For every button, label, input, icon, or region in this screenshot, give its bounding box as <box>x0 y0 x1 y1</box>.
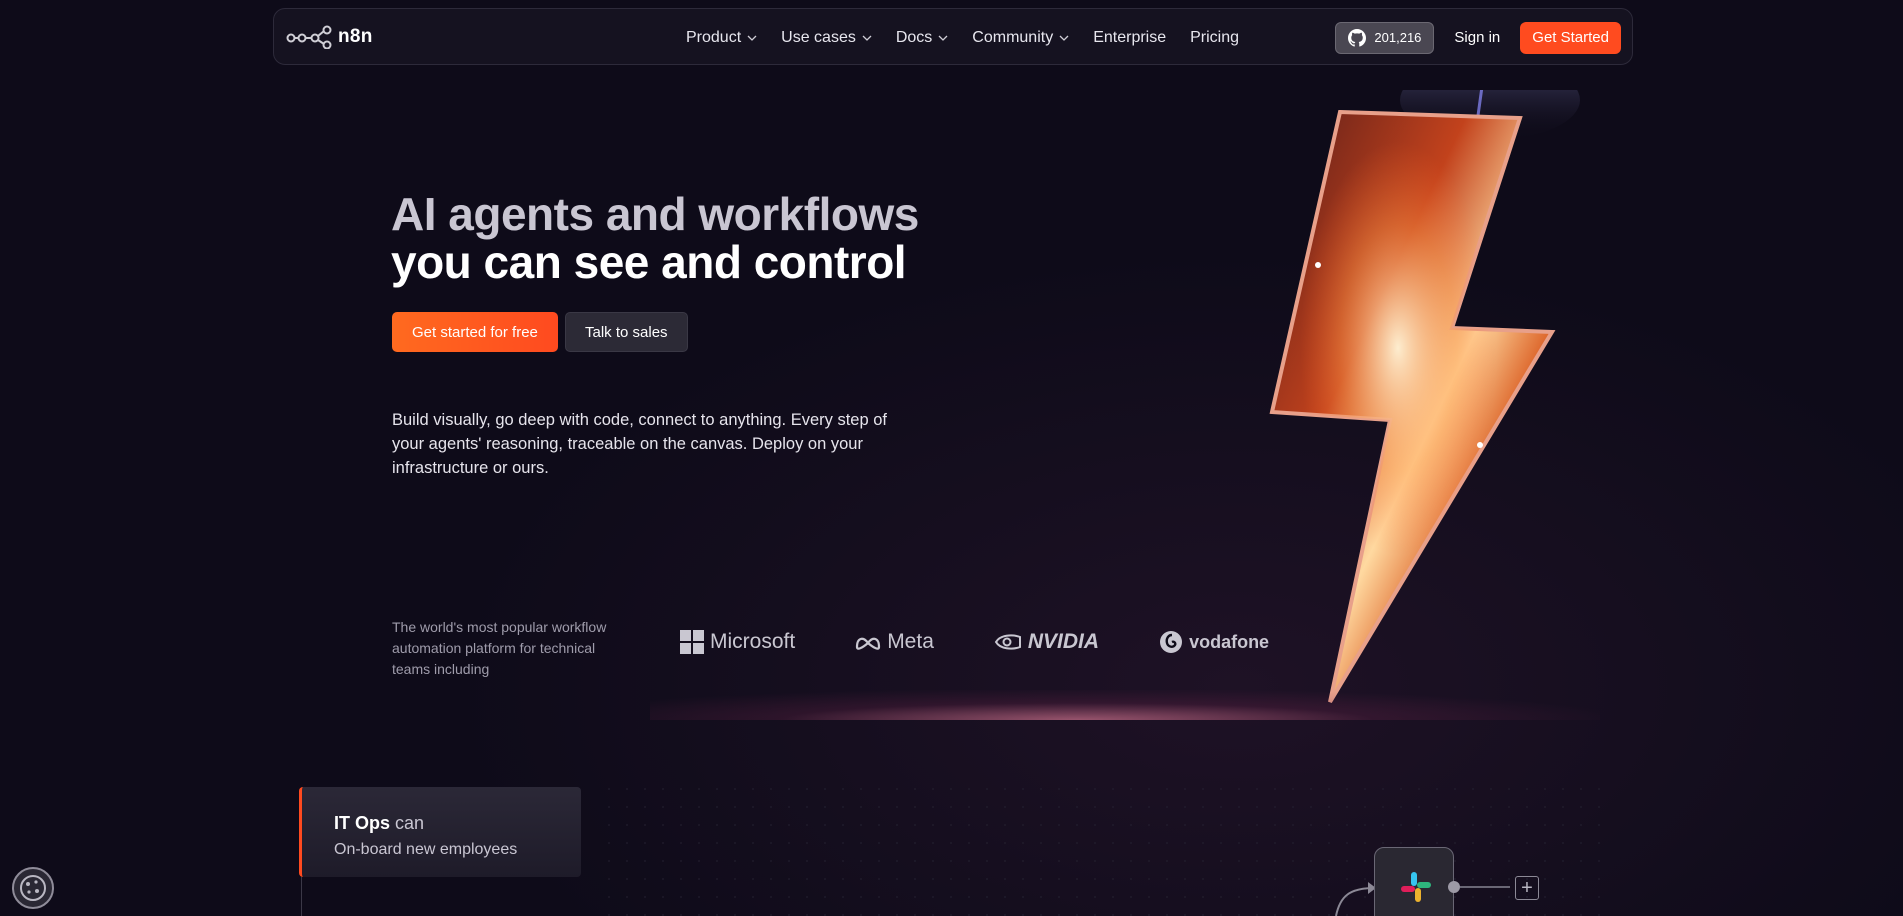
microsoft-label: Microsoft <box>710 630 796 653</box>
microsoft-logo: Microsoft <box>680 630 795 654</box>
use-case-card[interactable]: IT Ops can On-board new employees <box>299 787 581 877</box>
n8n-logo-icon <box>286 25 332 49</box>
lightning-bolt-illustration <box>1269 90 1580 704</box>
vodafone-label: vodafone <box>1189 631 1270 652</box>
customer-logos: Microsoft Meta NVIDIA vodafone <box>680 630 1269 654</box>
hero-title-line1: AI agents and workflows <box>391 188 919 240</box>
chevron-down-icon <box>938 35 948 41</box>
nav-pricing[interactable]: Pricing <box>1190 29 1239 47</box>
nav-pricing-label: Pricing <box>1190 28 1240 46</box>
use-case-can: can <box>395 813 425 833</box>
microsoft-icon <box>680 630 704 654</box>
meta-icon <box>856 637 881 650</box>
chevron-down-icon <box>862 35 872 41</box>
workflow-connector-line <box>1335 882 1376 916</box>
nav-community-label: Community <box>972 28 1054 46</box>
page: n8n Product Use cases Docs Community Ent… <box>0 0 1903 916</box>
nav-product-label: Product <box>686 28 742 46</box>
sign-in-link[interactable]: Sign in <box>1454 29 1500 46</box>
use-case-team: IT Ops can <box>334 813 424 834</box>
github-icon <box>1348 28 1367 47</box>
trusted-by-text: The world's most popular workflow automa… <box>392 619 607 677</box>
nav-enterprise[interactable]: Enterprise <box>1093 29 1166 47</box>
use-case-task: On-board new employees <box>334 841 518 858</box>
slack-icon <box>1401 872 1431 902</box>
chevron-down-icon <box>747 35 757 41</box>
github-stars-count: 201,216 <box>1374 30 1422 45</box>
nav-docs[interactable]: Docs <box>896 29 948 47</box>
nav-links: Product Use cases Docs Community Enterpr… <box>686 9 1239 66</box>
nvidia-logo: NVIDIA <box>994 630 1099 654</box>
slack-node[interactable] <box>1374 847 1454 916</box>
hero-description: Build visually, go deep with code, conne… <box>392 411 887 477</box>
logo[interactable]: n8n <box>286 25 406 49</box>
talk-to-sales-button[interactable]: Talk to sales <box>565 312 688 352</box>
chevron-down-icon <box>1059 35 1069 41</box>
floor-glow <box>650 690 1600 720</box>
use-case-connector <box>301 877 302 916</box>
hero-title-line2: you can see and control <box>391 236 907 288</box>
brand-name: n8n <box>338 25 373 47</box>
nvidia-icon <box>994 634 1021 650</box>
meta-logo: Meta <box>855 630 934 654</box>
nvidia-label: NVIDIA <box>1027 630 1100 653</box>
nav-docs-label: Docs <box>895 28 933 46</box>
cookie-icon <box>20 875 46 901</box>
plus-icon[interactable]: + <box>1515 876 1539 900</box>
github-stars-button[interactable]: 201,216 <box>1335 21 1435 54</box>
nav-enterprise-label: Enterprise <box>1093 28 1167 46</box>
cookie-settings-button[interactable] <box>12 867 54 909</box>
vodafone-icon <box>1160 631 1183 653</box>
use-case-team-name: IT Ops <box>334 813 391 833</box>
hero-title: AI agents and workflows you can see and … <box>391 190 919 286</box>
top-navbar: n8n Product Use cases Docs Community Ent… <box>273 8 1633 65</box>
meta-label: Meta <box>887 630 934 653</box>
vodafone-logo: vodafone <box>1159 630 1269 654</box>
nav-use-cases-label: Use cases <box>781 28 856 46</box>
nav-community[interactable]: Community <box>972 29 1069 47</box>
node-output-line <box>1460 886 1510 888</box>
node-output-handle[interactable] <box>1448 881 1460 893</box>
nav-actions: 201,216 Sign in Get Started <box>1335 9 1621 66</box>
get-started-button[interactable]: Get Started <box>1520 21 1621 54</box>
get-started-free-button[interactable]: Get started for free <box>392 312 558 352</box>
nav-product[interactable]: Product <box>686 29 757 47</box>
nav-use-cases[interactable]: Use cases <box>781 29 872 47</box>
